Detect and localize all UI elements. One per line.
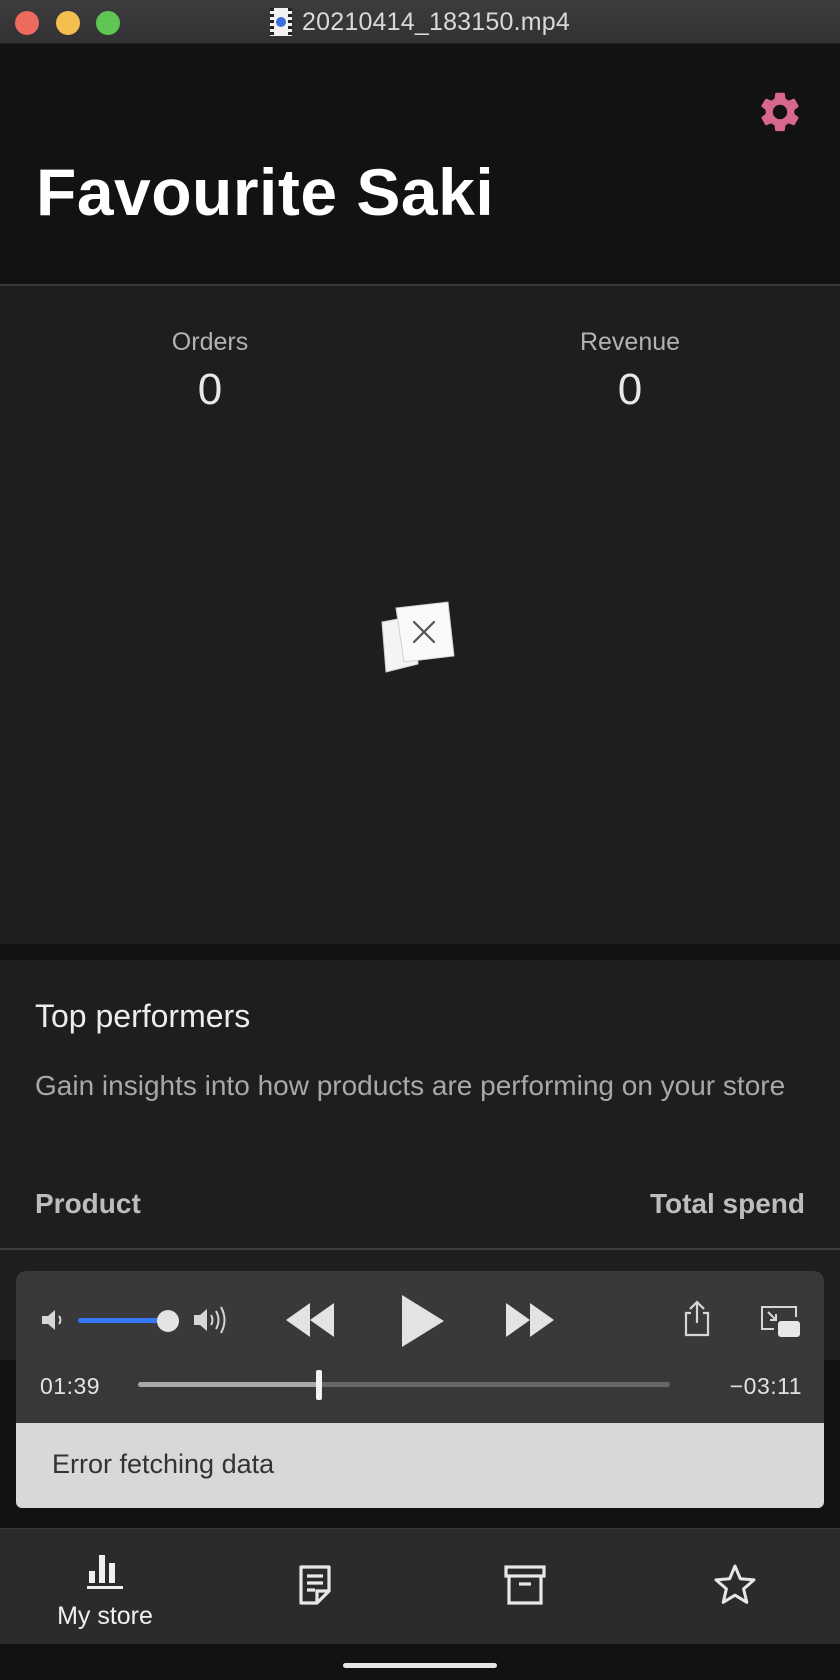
column-header-product: Product	[35, 1188, 141, 1219]
orders-stat: Orders 0	[90, 328, 330, 415]
remaining-time: −03:11	[729, 1373, 802, 1399]
no-data-icon	[381, 601, 455, 673]
snackbar-message: Error fetching data	[52, 1449, 275, 1479]
title-bar: 20210414_183150.mp4	[0, 0, 840, 44]
rewind-button[interactable]	[282, 1297, 338, 1343]
elapsed-time: 01:39	[40, 1373, 101, 1399]
error-snackbar: Error fetching data	[16, 1423, 824, 1508]
video-file-icon	[270, 8, 293, 36]
app-window: 20210414_183150.mp4 Favourite Saki Order…	[0, 0, 840, 1680]
products-box-icon	[504, 1565, 546, 1605]
bar-chart-icon	[87, 1555, 123, 1589]
stats-card: Orders 0 Revenue 0	[0, 286, 840, 944]
window-title: 20210414_183150.mp4	[302, 7, 570, 36]
revenue-label: Revenue	[579, 328, 681, 356]
store-name: Favourite Saki	[36, 155, 495, 229]
nav-item-reviews[interactable]	[630, 1529, 840, 1645]
nav-item-orders[interactable]	[210, 1529, 420, 1645]
volume-low-icon[interactable]	[38, 1305, 68, 1335]
orders-value: 0	[197, 365, 223, 414]
nav-label: My store	[57, 1602, 153, 1630]
revenue-value: 0	[617, 365, 643, 414]
bottom-navigation: My store	[0, 1528, 840, 1644]
star-icon	[714, 1564, 756, 1604]
nav-item-products[interactable]	[420, 1529, 630, 1645]
revenue-stat: Revenue 0	[510, 328, 750, 415]
column-header-total-spend: Total spend	[649, 1188, 805, 1219]
nav-item-my-store[interactable]: My store	[0, 1529, 210, 1645]
divider	[0, 1248, 840, 1250]
orders-icon	[299, 1565, 331, 1605]
title-group: 20210414_183150.mp4	[0, 0, 840, 44]
picture-in-picture-icon[interactable]	[758, 1303, 802, 1339]
playback-scrubber[interactable]	[138, 1370, 670, 1400]
scrubber-thumb[interactable]	[315, 1370, 322, 1400]
orders-label: Orders	[171, 328, 249, 356]
playback-progress	[138, 1382, 319, 1387]
share-icon[interactable]	[682, 1299, 712, 1339]
video-controls: 01:39 −03:11	[16, 1271, 824, 1423]
play-button[interactable]	[394, 1291, 450, 1351]
fast-forward-button[interactable]	[502, 1297, 558, 1343]
top-performers-title: Top performers	[35, 998, 251, 1034]
top-performers-description: Gain insights into how products are perf…	[35, 1070, 786, 1101]
volume-high-icon[interactable]	[190, 1301, 234, 1339]
app-header: Favourite Saki	[0, 44, 840, 284]
volume-slider-thumb[interactable]	[157, 1310, 179, 1332]
gear-icon[interactable]	[756, 88, 804, 136]
home-gesture-bar[interactable]	[343, 1663, 497, 1668]
